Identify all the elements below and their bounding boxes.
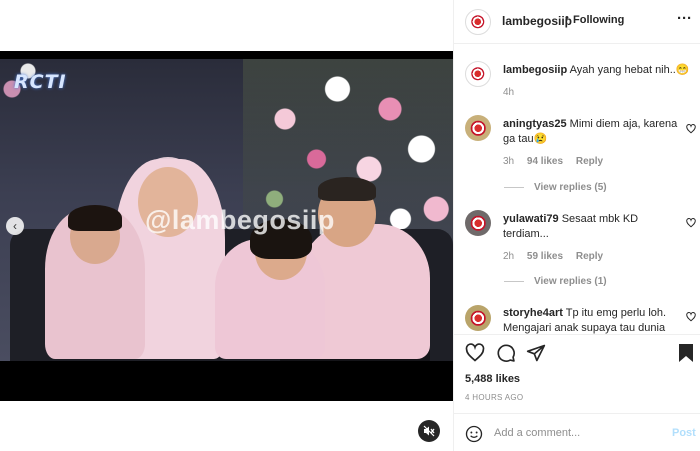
comment-likes[interactable]: 94 likes (527, 156, 563, 167)
commenter-avatar[interactable] (465, 210, 491, 236)
heart-icon[interactable] (465, 343, 485, 363)
media-area: RCTI @lambegosiip ‹ (0, 0, 453, 451)
share-icon[interactable] (526, 343, 546, 363)
comment-username[interactable]: aningtyas25 (503, 118, 567, 130)
heart-icon[interactable] (686, 124, 696, 134)
view-replies-button[interactable]: View replies (1) (504, 276, 607, 287)
comment-composer: Post (454, 413, 700, 451)
caption-time: 4h (503, 87, 515, 98)
comment-likes[interactable]: 59 likes (527, 251, 563, 262)
commenter-avatar[interactable] (465, 115, 491, 141)
watermark: @lambegosiip (145, 205, 335, 235)
video-player[interactable]: RCTI @lambegosiip (0, 51, 453, 401)
commenter-avatar[interactable] (465, 305, 491, 331)
post-panel: lambegosiip • Following ··· lambegosiip … (453, 0, 700, 451)
instagram-post-modal: RCTI @lambegosiip ‹ lambegosiip • Follow… (0, 0, 700, 451)
heart-icon[interactable] (686, 312, 696, 322)
comment-input[interactable] (494, 425, 659, 441)
comment-meta: 3h 94 likes Reply (503, 156, 603, 167)
heart-icon[interactable] (686, 218, 696, 228)
caption-text: Ayah yang hebat nih..😁 (569, 64, 690, 76)
comment-meta: 2h 59 likes Reply (503, 251, 603, 262)
caption-avatar[interactable] (465, 61, 491, 87)
comment-username[interactable]: yulawati79 (503, 213, 559, 225)
chevron-left-icon[interactable]: ‹ (6, 217, 24, 235)
video-letterbox (0, 361, 453, 401)
caption: lambegosiip Ayah yang hebat nih..😁 (503, 63, 693, 78)
comment-username[interactable]: storyhe4art (503, 307, 563, 319)
video-frame: RCTI @lambegosiip (0, 59, 453, 361)
caption-username[interactable]: lambegosiip (503, 64, 567, 76)
post-actions: 5,488 likes 4 HOURS AGO (454, 334, 700, 412)
following-button[interactable]: Following (573, 14, 624, 26)
speaker-muted-icon[interactable] (418, 420, 440, 442)
channel-logo: RCTI (14, 71, 67, 93)
more-options-icon[interactable]: ··· (677, 10, 692, 27)
comment-time: 3h (503, 156, 515, 167)
comment-icon[interactable] (496, 343, 516, 363)
list-item: aningtyas25 Mimi diem aja, karena ga tau… (503, 117, 681, 147)
list-item: yulawati79 Sesaat mbk KD terdiam... (503, 212, 681, 242)
person-father-hair (318, 177, 376, 201)
post-header: lambegosiip • Following ··· (454, 0, 700, 44)
separator-dot: • (565, 12, 569, 24)
avatar[interactable] (465, 9, 491, 35)
reply-button[interactable]: Reply (576, 251, 603, 262)
bookmark-icon[interactable] (678, 343, 694, 363)
comments-list[interactable]: lambegosiip Ayah yang hebat nih..😁 4h an… (454, 44, 700, 334)
post-time: 4 HOURS AGO (465, 393, 524, 402)
post-button[interactable]: Post (672, 427, 696, 439)
comment-time: 2h (503, 251, 515, 262)
view-replies-button[interactable]: View replies (5) (504, 182, 607, 193)
header-username[interactable]: lambegosiip (502, 14, 572, 28)
reply-button[interactable]: Reply (576, 156, 603, 167)
emoji-icon[interactable] (465, 425, 483, 443)
likes-count[interactable]: 5,488 likes (465, 373, 520, 385)
list-item: storyhe4art Tp itu emg perlu loh. Mengaj… (503, 306, 681, 334)
person-boy-hair (68, 205, 122, 231)
